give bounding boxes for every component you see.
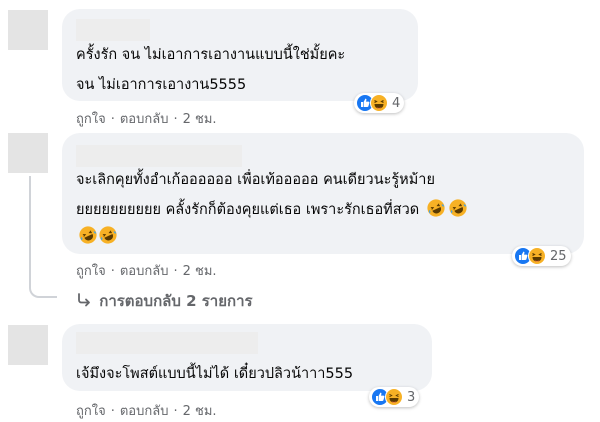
reaction-summary[interactable]: 4 xyxy=(354,93,405,113)
author-name[interactable] xyxy=(76,19,150,41)
rofl-emoji xyxy=(78,225,98,245)
replies-count-label: การตอบกลับ 2 รายการ xyxy=(99,292,253,310)
reaction-count: 3 xyxy=(407,389,416,405)
comment-text-line: เจ้มึงจะโพสต์แบบนี้ไม่ได้ เดี๋ยวปลิวน้าา… xyxy=(76,366,354,382)
reply-link[interactable]: ตอบกลับ xyxy=(120,112,169,127)
rofl-emoji xyxy=(426,198,446,218)
timestamp[interactable]: 2 ชม. xyxy=(183,112,217,127)
comment-text-line: จะเลิกคุยทั้งอำเก้ออออออ เพื่อเท้อออออ ค… xyxy=(76,172,435,188)
avatar[interactable] xyxy=(8,325,48,365)
timestamp[interactable]: 2 ชม. xyxy=(183,404,217,419)
author-name[interactable] xyxy=(76,145,242,167)
rofl-emoji xyxy=(98,225,118,245)
separator: · xyxy=(173,112,178,127)
like-link[interactable]: ถูกใจ xyxy=(76,112,106,127)
separator: · xyxy=(173,264,178,279)
reaction-summary[interactable]: 25 xyxy=(512,246,571,266)
like-link[interactable]: ถูกใจ xyxy=(76,264,106,279)
view-replies-link[interactable]: การตอบกลับ 2 รายการ xyxy=(76,289,253,313)
comment-text-line: จน ไม่เอาการเอางาน5555 xyxy=(76,77,247,93)
reaction-count: 25 xyxy=(550,248,567,264)
reply-thread-line xyxy=(29,176,57,298)
rofl-emoji xyxy=(448,198,468,218)
reply-link[interactable]: ตอบกลับ xyxy=(120,264,169,279)
reaction-summary[interactable]: 3 xyxy=(369,387,420,407)
separator: · xyxy=(110,404,115,419)
avatar[interactable] xyxy=(8,10,48,50)
laugh-icon xyxy=(528,247,546,265)
timestamp[interactable]: 2 ชม. xyxy=(183,264,217,279)
like-link[interactable]: ถูกใจ xyxy=(76,404,106,419)
laugh-icon xyxy=(370,94,388,112)
reply-arrow-icon xyxy=(76,293,94,311)
laugh-icon xyxy=(385,388,403,406)
reaction-count: 4 xyxy=(392,95,401,111)
comment-text-line: ครั้งรัก จน ไม่เอาการเอางานแบบนี้ใช่มั้ย… xyxy=(76,47,346,63)
separator: · xyxy=(173,404,178,419)
comment-text-segment: ยยยยยยยยยย คลั้งรักก็ต้องคุยแต่เธอ เพราะ… xyxy=(76,202,420,218)
separator: · xyxy=(110,112,115,127)
comment-actions: ถูกใจ · ตอบกลับ · 2 ชม. xyxy=(76,260,217,281)
comment-text-line: ยยยยยยยยยย คลั้งรักก็ต้องคุยแต่เธอ เพราะ… xyxy=(76,195,468,225)
reply-link[interactable]: ตอบกลับ xyxy=(120,404,169,419)
comment-actions: ถูกใจ · ตอบกลับ · 2 ชม. xyxy=(76,108,217,129)
author-name[interactable] xyxy=(76,332,258,354)
avatar[interactable] xyxy=(8,133,48,173)
comment-text-line xyxy=(76,222,118,252)
separator: · xyxy=(110,264,115,279)
comment-actions: ถูกใจ · ตอบกลับ · 2 ชม. xyxy=(76,400,217,421)
